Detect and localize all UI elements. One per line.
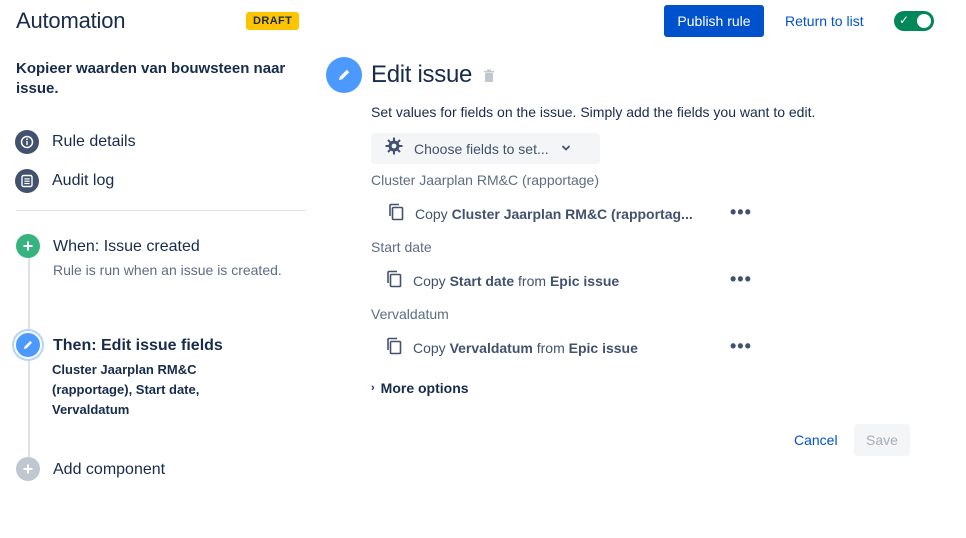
field-value-cluster[interactable]: Copy Cluster Jaarplan RM&C (rapportag... [388, 203, 693, 224]
source-name: Epic issue [549, 272, 620, 289]
chevron-right-icon: › [371, 382, 375, 394]
info-icon [15, 130, 39, 154]
draft-badge: DRAFT [246, 12, 300, 30]
gear-icon [385, 137, 403, 160]
more-options-label: More options [380, 380, 469, 396]
choose-fields-label: Choose fields to set... [414, 140, 549, 157]
return-to-list-link[interactable]: Return to list [785, 13, 864, 29]
copy-prefix: Copy [413, 339, 446, 356]
edit-issue-title: Edit issue [371, 61, 473, 88]
copy-icon [386, 270, 402, 291]
toggle-knob [917, 14, 931, 28]
trash-icon[interactable] [483, 69, 495, 88]
more-actions-icon[interactable]: ••• [730, 270, 752, 288]
field-value-start-date[interactable]: Copy Start date from Epic issue [386, 270, 619, 291]
action-step-title[interactable]: Then: Edit issue fields [53, 337, 223, 355]
trigger-step-description: Rule is run when an issue is created. [53, 262, 282, 278]
field-name: Start date [449, 272, 515, 289]
rule-name: Kopieer waarden van bouwsteen naar issue… [16, 60, 286, 97]
add-component-plus-icon[interactable] [16, 457, 40, 481]
field-value-vervaldatum[interactable]: Copy Vervaldatum from Epic issue [386, 337, 638, 358]
trigger-step-title[interactable]: When: Issue created [53, 238, 200, 256]
check-icon: ✓ [899, 13, 910, 27]
action-pencil-icon [16, 333, 40, 357]
save-button[interactable]: Save [854, 424, 910, 456]
sidebar-divider [16, 210, 306, 211]
pencil-icon [326, 57, 362, 93]
sidebar-item-label: Rule details [52, 133, 136, 150]
more-actions-icon[interactable]: ••• [730, 203, 752, 221]
list-icon [15, 169, 39, 193]
field-name: Cluster Jaarplan RM&C (rapportag... [451, 205, 693, 222]
from-word: from [536, 339, 565, 356]
copy-icon [386, 337, 402, 358]
choose-fields-button[interactable]: Choose fields to set... [371, 133, 600, 164]
edit-issue-description: Set values for fields on the issue. Simp… [371, 104, 816, 120]
copy-icon [388, 203, 404, 224]
sidebar-item-rule-details[interactable]: Rule details [15, 130, 136, 154]
add-component-button[interactable]: Add component [53, 461, 165, 479]
copy-prefix: Copy [413, 272, 446, 289]
trigger-plus-icon [16, 234, 40, 258]
sidebar-item-label: Audit log [52, 172, 115, 189]
field-label: Cluster Jaarplan RM&C (rapportage) [371, 172, 599, 188]
field-label: Start date [371, 239, 432, 255]
rule-enabled-toggle[interactable]: ✓ [894, 11, 934, 31]
from-word: from [518, 272, 547, 289]
more-actions-icon[interactable]: ••• [730, 337, 752, 355]
source-name: Epic issue [568, 339, 638, 356]
field-label: Vervaldatum [371, 306, 449, 322]
more-options-toggle[interactable]: › More options [371, 380, 469, 396]
timeline-line [28, 258, 30, 458]
field-name: Vervaldatum [449, 339, 533, 356]
chevron-down-icon [561, 140, 571, 158]
action-step-detail: Cluster Jaarplan RM&C (rapportage), Star… [52, 360, 252, 420]
cancel-button[interactable]: Cancel [794, 432, 838, 448]
sidebar-item-audit-log[interactable]: Audit log [15, 169, 114, 193]
page-title: Automation [16, 8, 126, 33]
copy-prefix: Copy [415, 205, 448, 222]
publish-rule-button[interactable]: Publish rule [664, 5, 764, 37]
